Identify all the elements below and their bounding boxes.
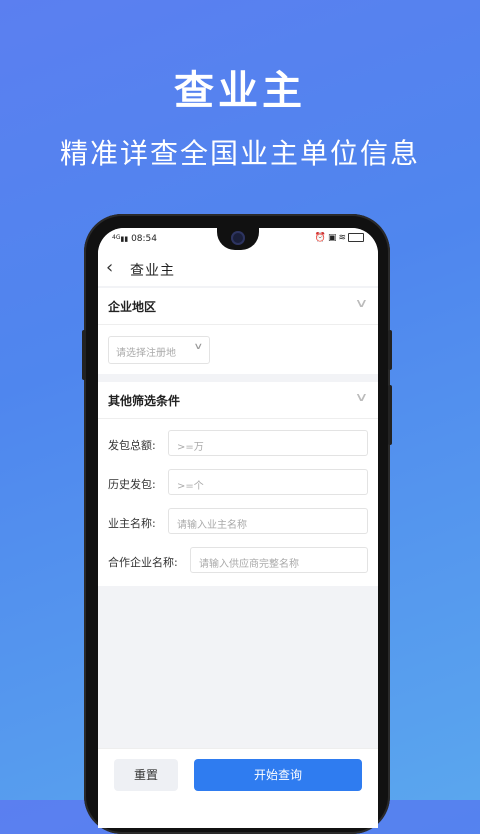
owner-name-label: 业主名称: [108,517,156,530]
status-time: 08:54 [131,234,157,244]
dropdown-arrow-icon: ∨ [193,342,204,352]
camera-icon [231,231,245,245]
promo-title: 查业主 [174,68,306,114]
chevron-down-icon[interactable]: ∨ [355,390,369,404]
filter-card-title: 其他筛选条件 [108,394,181,408]
owner-name-input[interactable]: 请输入业主名称 [168,508,368,534]
region-card-title: 企业地区 [108,300,157,314]
region-select-placeholder: 请选择注册地 [116,348,176,359]
status-left: 4G▮▮ 08:54 [112,234,157,244]
history-contract-row: 历史发包: >=个 [108,469,368,497]
total-contract-label: 发包总额: [108,439,156,452]
back-icon[interactable]: ‹ [106,257,113,278]
owner-name-row: 业主名称: 请输入业主名称 [108,508,368,536]
battery-icon [348,233,364,242]
alarm-icon: ⏰ [314,233,328,243]
reset-button[interactable]: 重置 [114,759,178,791]
region-card-header[interactable]: 企业地区 ∨ [98,288,378,325]
status-icons: ⏰▣≋ [315,233,364,243]
history-contract-input[interactable]: >=个 [168,469,368,495]
phone-side-button [388,330,392,370]
phone-screen: 4G▮▮ 08:54 ⏰▣≋ ‹ 查业主 企业地区 ∨ 请选择注册地 ∨ 其他筛… [98,228,378,828]
total-contract-row: 发包总额: >=万 [108,430,368,458]
phone-left-button [82,330,86,380]
filter-card: 其他筛选条件 ∨ 发包总额: >=万 历史发包: >=个 业主名称: 请输入业主… [98,382,378,586]
vibrate-icon: ▣ [327,233,339,243]
bottom-action-bar: 重置 开始查询 [98,748,378,828]
region-card: 企业地区 ∨ 请选择注册地 ∨ [98,288,378,374]
total-contract-input[interactable]: >=万 [168,430,368,456]
chevron-down-icon[interactable]: ∨ [355,296,369,310]
phone-volume-button [388,385,392,445]
filter-card-header[interactable]: 其他筛选条件 ∨ [98,382,378,419]
nav-bar: ‹ 查业主 [98,252,378,286]
signal-icon: ▮▮ [120,235,129,243]
partner-name-input[interactable]: 请输入供应商完整名称 [190,547,368,573]
search-button[interactable]: 开始查询 [194,759,362,791]
wifi-icon: ≋ [338,233,348,243]
partner-name-label: 合作企业名称: [108,556,178,569]
page-title: 查业主 [130,263,175,279]
history-contract-label: 历史发包: [108,478,156,491]
promo-subtitle: 精准详查全国业主单位信息 [59,137,420,170]
partner-name-row: 合作企业名称: 请输入供应商完整名称 [108,547,368,575]
region-select[interactable]: 请选择注册地 ∨ [108,336,210,364]
